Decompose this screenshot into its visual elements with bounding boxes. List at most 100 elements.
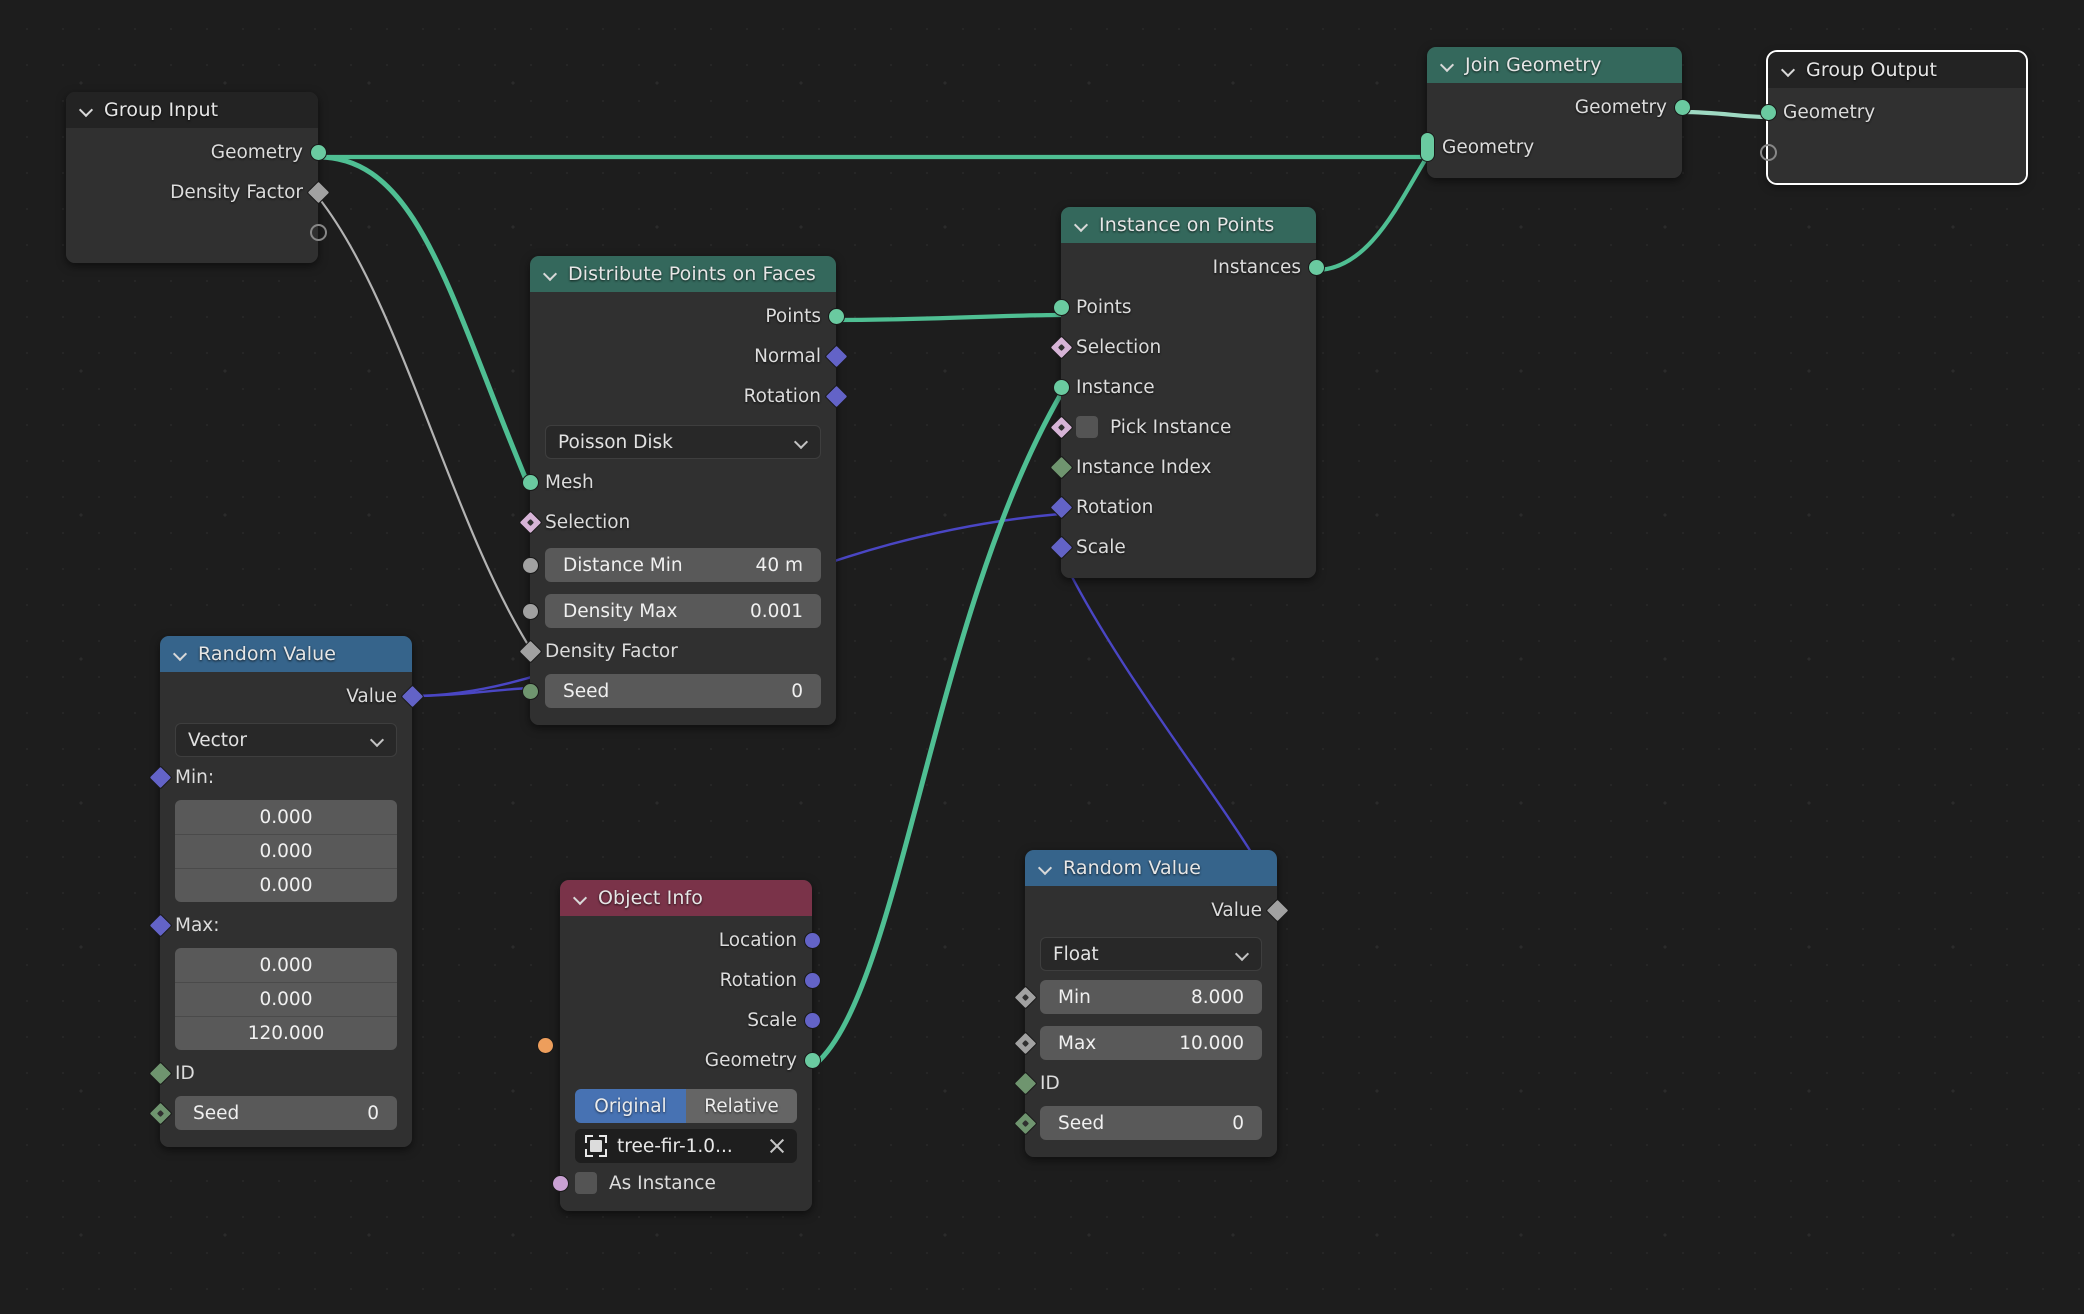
node-join-geometry[interactable]: Join Geometry Geometry Geometry — [1419, 47, 1691, 178]
socket-label: Points — [765, 305, 821, 327]
socket-geometry-out[interactable] — [309, 143, 327, 161]
node-object-info[interactable]: Object Info Location Rotation Scale Geom… — [537, 880, 821, 1211]
node-random-value-vector[interactable]: Random Value Value Vector Min: 0.000 0.0… — [147, 636, 425, 1147]
socket-scale-out[interactable] — [803, 1011, 821, 1029]
max-field[interactable]: Max 10.000 — [1013, 1026, 1262, 1060]
min-field[interactable]: Min 8.000 — [1013, 980, 1262, 1014]
chevron-down-icon[interactable] — [1440, 57, 1455, 72]
chevron-down-icon[interactable] — [1074, 217, 1089, 232]
min-z-field[interactable]: 0.000 — [175, 868, 397, 902]
distribution-method-dropdown[interactable]: Poisson Disk — [545, 425, 821, 459]
seed-field[interactable]: Seed 0 — [1013, 1106, 1262, 1140]
socket-instance-in[interactable] — [1052, 378, 1070, 396]
socket-virtual-in[interactable] — [1759, 143, 1777, 161]
max-z-field[interactable]: 120.000 — [175, 1016, 397, 1050]
socket-instance-index-in[interactable] — [1048, 454, 1074, 480]
data-type-dropdown[interactable]: Float — [1040, 937, 1262, 971]
density-max-field[interactable]: Density Max 0.001 — [522, 594, 821, 628]
chevron-down-icon[interactable] — [573, 890, 588, 905]
field-label: Min — [1058, 986, 1091, 1008]
min-y-field[interactable]: 0.000 — [175, 834, 397, 868]
distance-min-field[interactable]: Distance Min 40 m — [522, 548, 821, 582]
socket-geometry-multi-in[interactable] — [1419, 132, 1435, 162]
chevron-down-icon — [795, 436, 808, 449]
socket-rotation-out[interactable] — [823, 383, 849, 409]
node-random-value-vector-header[interactable]: Random Value — [160, 636, 412, 672]
data-type-dropdown[interactable]: Vector — [175, 723, 397, 757]
node-editor-canvas[interactable]: Group Input Geometry Density Factor Dist… — [0, 0, 2084, 1314]
socket-pick-instance-in[interactable] — [1048, 414, 1074, 440]
socket-distance-min-in[interactable] — [522, 556, 539, 574]
max-y-field[interactable]: 0.000 — [175, 982, 397, 1016]
object-selector-field[interactable]: tree-fir-1.0... — [537, 1037, 797, 1163]
id-label-row: ID — [1012, 1066, 1277, 1100]
node-group-input[interactable]: Group Input Geometry Density Factor — [66, 92, 331, 263]
as-instance-checkbox[interactable] — [575, 1172, 597, 1194]
socket-scale-in[interactable] — [1048, 534, 1074, 560]
node-group-output[interactable]: Group Output Geometry — [1759, 52, 2026, 183]
node-instance-on-points[interactable]: Instance on Points Instances Points Sele… — [1048, 207, 1325, 578]
node-distribute-header[interactable]: Distribute Points on Faces — [530, 256, 836, 292]
socket-location-out[interactable] — [803, 931, 821, 949]
socket-object-in[interactable] — [537, 1037, 554, 1054]
toggle-original[interactable]: Original — [575, 1089, 686, 1123]
socket-geometry-out[interactable] — [803, 1051, 821, 1069]
seed-field[interactable]: Seed 0 — [522, 674, 821, 708]
node-group-input-header[interactable]: Group Input — [66, 92, 318, 128]
node-instance-on-points-header[interactable]: Instance on Points — [1061, 207, 1316, 243]
socket-density-factor-out[interactable] — [305, 179, 331, 205]
socket-selection-in[interactable] — [1048, 334, 1074, 360]
toggle-relative[interactable]: Relative — [686, 1089, 797, 1123]
min-x-field[interactable]: 0.000 — [175, 800, 397, 834]
link-distribute-points-to-instance-points — [835, 312, 1062, 323]
input-row-geometry: Geometry — [1419, 127, 1682, 167]
min-label-row: Min: — [147, 760, 412, 794]
socket-label: Points — [1076, 296, 1132, 318]
socket-min-in[interactable] — [147, 764, 173, 790]
chevron-down-icon[interactable] — [543, 266, 558, 281]
socket-label: Normal — [754, 345, 821, 367]
socket-points-out[interactable] — [827, 307, 845, 325]
node-object-info-header[interactable]: Object Info — [560, 880, 812, 916]
max-x-field[interactable]: 0.000 — [175, 948, 397, 982]
pick-instance-checkbox[interactable] — [1076, 416, 1098, 438]
socket-id-in[interactable] — [147, 1060, 173, 1086]
chevron-down-icon[interactable] — [1781, 62, 1796, 77]
socket-id-in[interactable] — [1012, 1070, 1038, 1096]
socket-density-factor-in[interactable] — [517, 638, 543, 664]
output-row-points: Points — [530, 296, 845, 336]
socket-seed-in[interactable] — [148, 1100, 173, 1126]
socket-min-in[interactable] — [1013, 984, 1038, 1010]
chevron-down-icon[interactable] — [173, 646, 188, 661]
socket-points-in[interactable] — [1052, 298, 1070, 316]
socket-geometry-out[interactable] — [1673, 98, 1691, 116]
socket-virtual-out[interactable] — [309, 223, 327, 241]
output-row-value: Value — [160, 676, 425, 716]
chevron-down-icon[interactable] — [1038, 860, 1053, 875]
socket-rotation-out[interactable] — [803, 971, 821, 989]
seed-field[interactable]: Seed 0 — [148, 1096, 397, 1130]
transform-space-toggle[interactable]: Original Relative — [575, 1089, 797, 1123]
node-group-output-header[interactable]: Group Output — [1768, 52, 2026, 88]
socket-value-out[interactable] — [399, 683, 425, 709]
socket-rotation-in[interactable] — [1048, 494, 1074, 520]
node-join-geometry-header[interactable]: Join Geometry — [1427, 47, 1682, 83]
field-value: 0 — [1232, 1112, 1244, 1134]
socket-selection-in[interactable] — [517, 509, 543, 535]
socket-seed-in[interactable] — [1013, 1110, 1038, 1136]
socket-max-in[interactable] — [1013, 1030, 1038, 1056]
socket-geometry-in[interactable] — [1759, 103, 1777, 121]
socket-value-out[interactable] — [1264, 897, 1290, 923]
node-random-value-float-header[interactable]: Random Value — [1025, 850, 1277, 886]
socket-as-instance-in[interactable] — [551, 1174, 569, 1192]
socket-mesh-in[interactable] — [521, 473, 539, 491]
clear-object-icon[interactable] — [767, 1136, 787, 1156]
node-random-value-float[interactable]: Random Value Value Float Min 8.000 Max 1… — [1012, 850, 1290, 1157]
socket-normal-out[interactable] — [823, 343, 849, 369]
node-distribute-points-on-faces[interactable]: Distribute Points on Faces Points Normal… — [517, 256, 849, 725]
socket-seed-in[interactable] — [522, 682, 539, 700]
chevron-down-icon[interactable] — [79, 102, 94, 117]
socket-density-max-in[interactable] — [522, 602, 539, 620]
socket-instances-out[interactable] — [1307, 258, 1325, 276]
socket-max-in[interactable] — [147, 912, 173, 938]
